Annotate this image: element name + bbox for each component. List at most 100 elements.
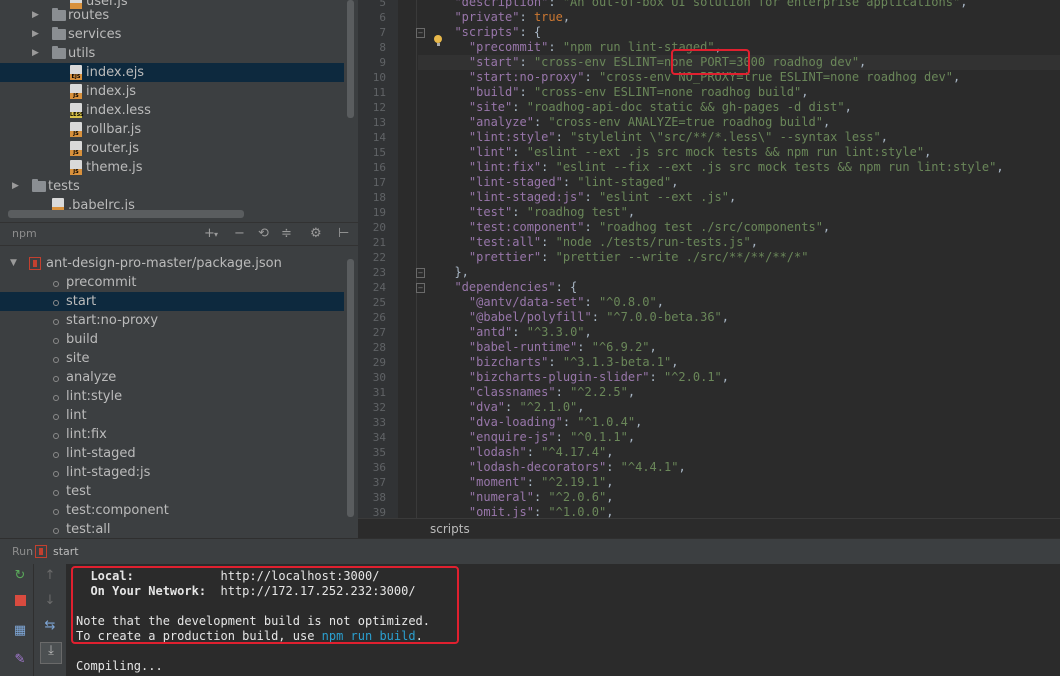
code-line[interactable]: "lint-staged:js": "eslint --ext .js", bbox=[440, 190, 736, 205]
code-token: "^6.9.2" bbox=[591, 340, 650, 354]
npm-script-item[interactable]: lint bbox=[0, 406, 344, 425]
code-line[interactable]: "numeral": "^2.0.6", bbox=[440, 490, 614, 505]
up-arrow-icon[interactable]: ↑ bbox=[42, 568, 58, 584]
hide-panel-icon[interactable]: ⊢ bbox=[338, 226, 349, 241]
line-number: 33 bbox=[372, 416, 386, 429]
code-line[interactable]: }, bbox=[440, 265, 468, 280]
expand-arrow-icon[interactable]: ▶ bbox=[32, 6, 39, 25]
tree-folder[interactable]: ▶ utils bbox=[0, 44, 344, 63]
code-line[interactable]: "dva-loading": "^1.0.4", bbox=[440, 415, 642, 430]
npm-script-item[interactable]: analyze bbox=[0, 368, 344, 387]
npm-script-item[interactable]: build bbox=[0, 330, 344, 349]
collapse-icon[interactable]: ≑ bbox=[281, 226, 292, 241]
code-line[interactable]: "dependencies": { bbox=[440, 280, 577, 295]
code-line[interactable]: "build": "cross-env ESLINT=none roadhog … bbox=[440, 85, 809, 100]
code-line[interactable]: "lodash": "^4.17.4", bbox=[440, 445, 614, 460]
tree-file[interactable]: JS index.js bbox=[0, 82, 344, 101]
run-config-name[interactable]: start bbox=[53, 545, 79, 558]
code-line[interactable]: "omit.js": "^1.0.0", bbox=[440, 505, 614, 518]
tree-folder[interactable]: ▶ tests bbox=[0, 177, 344, 196]
code-line[interactable]: "prettier": "prettier --write ./src/**/*… bbox=[440, 250, 809, 265]
expand-arrow-icon[interactable]: ▼ bbox=[10, 254, 17, 273]
remove-icon[interactable]: − bbox=[234, 226, 245, 241]
scroll-to-end-icon[interactable]: ⤓ bbox=[40, 642, 62, 664]
tree-file[interactable]: LESS index.less bbox=[0, 101, 344, 120]
code-line[interactable]: "lint:fix": "eslint --fix --ext .js src … bbox=[440, 160, 1004, 175]
npm-scrollbar[interactable] bbox=[347, 259, 354, 517]
down-arrow-icon[interactable]: ↓ bbox=[42, 593, 58, 609]
tree-horizontal-scrollbar[interactable] bbox=[8, 210, 244, 218]
tree-vertical-scrollbar[interactable] bbox=[347, 0, 354, 118]
tree-file[interactable]: JS theme.js bbox=[0, 158, 344, 177]
expand-arrow-icon[interactable]: ▶ bbox=[12, 177, 19, 196]
rerun-icon[interactable]: ↻ bbox=[12, 568, 28, 584]
npm-script-item[interactable]: test bbox=[0, 482, 344, 501]
run-console[interactable]: Local: http://localhost:3000/ On Your Ne… bbox=[66, 564, 1060, 676]
gear-icon[interactable]: ⚙ bbox=[310, 226, 322, 241]
layout-icon[interactable]: ▦ bbox=[12, 623, 28, 639]
fold-marker-icon[interactable]: − bbox=[416, 268, 425, 278]
expand-arrow-icon[interactable]: ▶ bbox=[32, 25, 39, 44]
tree-file[interactable]: EJS index.ejs bbox=[0, 63, 344, 82]
lightbulb-icon[interactable] bbox=[434, 35, 442, 43]
code-line[interactable]: "lodash-decorators": "^4.4.1", bbox=[440, 460, 686, 475]
tree-file[interactable]: JS router.js bbox=[0, 139, 344, 158]
npm-script-item[interactable]: lint:fix bbox=[0, 425, 344, 444]
code-token: "roadhog test ./src/components" bbox=[598, 220, 823, 234]
code-line[interactable]: "test": "roadhog test", bbox=[440, 205, 635, 220]
pin-icon[interactable]: ✎ bbox=[12, 652, 28, 668]
code-line[interactable]: "@babel/polyfill": "^7.0.0-beta.36", bbox=[440, 310, 729, 325]
code-line[interactable]: "description": "An out-of-box UI solutio… bbox=[440, 0, 967, 10]
code-line[interactable]: "private": true, bbox=[440, 10, 570, 25]
code-line[interactable]: "antd": "^3.3.0", bbox=[440, 325, 592, 340]
code-token: "^4.17.4" bbox=[541, 445, 607, 459]
dropdown-arrow-icon[interactable]: ▾ bbox=[214, 230, 218, 239]
npm-script-item[interactable]: site bbox=[0, 349, 344, 368]
tree-folder[interactable]: ▶ services bbox=[0, 25, 344, 44]
file-icon: JS bbox=[70, 84, 82, 99]
npm-script-item[interactable]: precommit bbox=[0, 273, 344, 292]
npm-root-item[interactable]: ▼ ant-design-pro-master/package.json bbox=[0, 254, 344, 273]
tree-file[interactable]: JS rollbar.js bbox=[0, 120, 344, 139]
tree-folder[interactable]: ▶ routes bbox=[0, 6, 344, 25]
expand-arrow-icon[interactable]: ▶ bbox=[32, 44, 39, 63]
npm-script-item[interactable]: start bbox=[0, 292, 344, 311]
code-line[interactable]: "lint:style": "stylelint \"src/**/*.less… bbox=[440, 130, 888, 145]
code-token: "numeral" bbox=[468, 490, 534, 504]
code-line[interactable]: "enquire-js": "^0.1.1", bbox=[440, 430, 635, 445]
fold-marker-icon[interactable]: − bbox=[416, 283, 425, 293]
stop-icon[interactable] bbox=[12, 593, 28, 609]
code-line[interactable]: "bizcharts": "^3.1.3-beta.1", bbox=[440, 355, 679, 370]
code-line[interactable]: "analyze": "cross-env ANALYZE=true roadh… bbox=[440, 115, 830, 130]
code-line[interactable]: "dva": "^2.1.0", bbox=[440, 400, 585, 415]
code-line[interactable]: "lint-staged": "lint-staged", bbox=[440, 175, 679, 190]
code-token: , bbox=[577, 400, 585, 414]
npm-script-item[interactable]: lint:style bbox=[0, 387, 344, 406]
npm-script-item[interactable]: lint-staged:js bbox=[0, 463, 344, 482]
code-line[interactable]: "test:all": "node ./tests/run-tests.js", bbox=[440, 235, 758, 250]
npm-script-item[interactable]: start:no-proxy bbox=[0, 311, 344, 330]
code-line[interactable]: "site": "roadhog-api-doc static && gh-pa… bbox=[440, 100, 852, 115]
project-tree[interactable]: user.js ▶ routes ▶ services ▶ utils EJS index.ej… bbox=[0, 0, 358, 222]
soft-wrap-icon[interactable]: ⇆ bbox=[42, 618, 58, 634]
refresh-icon[interactable]: ⟲ bbox=[258, 226, 269, 241]
breadcrumb-item-scripts[interactable]: scripts bbox=[430, 522, 470, 536]
code-line[interactable]: "moment": "^2.19.1", bbox=[440, 475, 614, 490]
code-line[interactable]: "bizcharts-plugin-slider": "^2.0.1", bbox=[440, 370, 729, 385]
code-line[interactable]: "scripts": { bbox=[440, 25, 541, 40]
npm-script-item[interactable]: test:all bbox=[0, 520, 344, 539]
code-line[interactable]: "classnames": "^2.2.5", bbox=[440, 385, 635, 400]
npm-script-item[interactable]: lint-staged bbox=[0, 444, 344, 463]
line-number: 8 bbox=[379, 41, 386, 54]
code-line[interactable]: "@antv/data-set": "^0.8.0", bbox=[440, 295, 664, 310]
fold-marker-icon[interactable]: − bbox=[416, 28, 425, 38]
script-bullet-icon bbox=[53, 376, 59, 382]
code-line[interactable]: "test:component": "roadhog test ./src/co… bbox=[440, 220, 830, 235]
code-line[interactable]: "babel-runtime": "^6.9.2", bbox=[440, 340, 657, 355]
code-line[interactable]: "lint": "eslint --ext .js src mock tests… bbox=[440, 145, 931, 160]
code-editor[interactable]: 5 6 7 8 9 10 11 12 13 14 15 16 17 18 19 20 21 22 23 24 25 26 2… bbox=[358, 0, 1060, 518]
npm-script-item[interactable]: test:component bbox=[0, 501, 344, 520]
